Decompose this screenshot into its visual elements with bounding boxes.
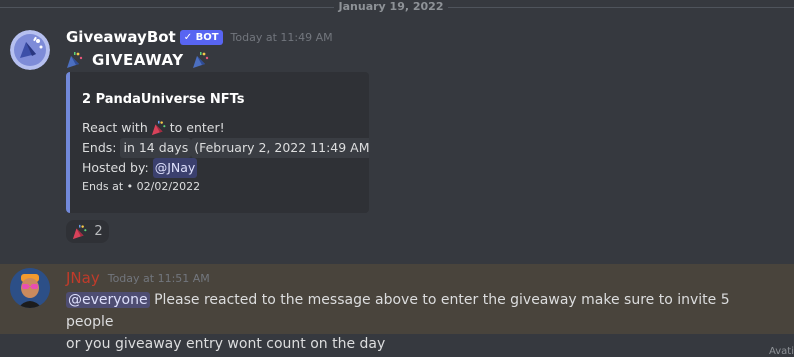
- embed-body: React with to enter! Ends: in 14 days (F…: [82, 118, 369, 178]
- message-header: JNay Today at 11:51 AM: [66, 269, 210, 287]
- embed-title: 2 PandaUniverse NFTs: [82, 92, 245, 107]
- message-text-line2: or you giveaway entry wont count on the …: [66, 336, 386, 352]
- giveawaybot-avatar[interactable]: [10, 30, 50, 70]
- ends-label: Ends:: [82, 140, 117, 155]
- giveaway-embed: 2 PandaUniverse NFTs React with to enter…: [66, 72, 369, 213]
- party-popper-icon: [73, 224, 87, 239]
- embed-host-line: Hosted by: @JNay: [82, 158, 369, 178]
- message-giveawaybot: GiveawayBot ✓ BOT Today at 11:49 AM GIVE…: [0, 24, 794, 250]
- embed-ends-line: Ends: in 14 days (February 2, 2022 11:49…: [82, 138, 369, 158]
- react-prefix: React with: [82, 120, 148, 135]
- react-suffix: to enter!: [169, 120, 225, 135]
- embed-accent-bar: [66, 72, 70, 213]
- giveaway-title: GIVEAWAY: [92, 51, 184, 69]
- date-divider: January 19, 2022: [0, 0, 794, 14]
- party-popper-icon: [192, 52, 208, 68]
- embed-footer: Ends at • 02/02/2022: [82, 180, 201, 193]
- giveaway-headline: GIVEAWAY: [66, 51, 218, 69]
- author-name[interactable]: GiveawayBot: [66, 28, 176, 46]
- reaction-button[interactable]: 2: [66, 220, 109, 243]
- typing-indicator-text: Avati: [769, 346, 794, 357]
- embed-react-line: React with to enter!: [82, 118, 369, 138]
- party-popper-icon: [151, 120, 166, 136]
- everyone-mention[interactable]: @everyone: [66, 292, 150, 308]
- message-header: GiveawayBot ✓ BOT Today at 11:49 AM: [66, 28, 333, 46]
- divider-date: January 19, 2022: [338, 0, 444, 13]
- jnay-avatar[interactable]: [10, 268, 50, 308]
- message-text-line1: Please reacted to the message above to e…: [66, 292, 730, 330]
- timestamp[interactable]: Today at 11:51 AM: [108, 272, 210, 285]
- party-popper-icon: [67, 52, 83, 68]
- divider-line-right: [448, 7, 794, 8]
- reaction-count: 2: [94, 224, 103, 239]
- author-name[interactable]: JNay: [66, 269, 100, 287]
- message-jnay: JNay Today at 11:51 AM @everyone Please …: [0, 264, 794, 352]
- bot-badge: ✓ BOT: [179, 29, 223, 45]
- timestamp[interactable]: Today at 11:49 AM: [231, 31, 333, 44]
- ends-relative: in 14 days: [120, 138, 192, 158]
- hosted-label: Hosted by:: [82, 160, 149, 175]
- ends-absolute: (February 2, 2022 11:49 AM): [191, 138, 369, 158]
- message-content: @everyone Please reacted to the message …: [66, 289, 766, 355]
- divider-line-left: [0, 7, 334, 8]
- host-mention[interactable]: @JNay: [152, 158, 198, 178]
